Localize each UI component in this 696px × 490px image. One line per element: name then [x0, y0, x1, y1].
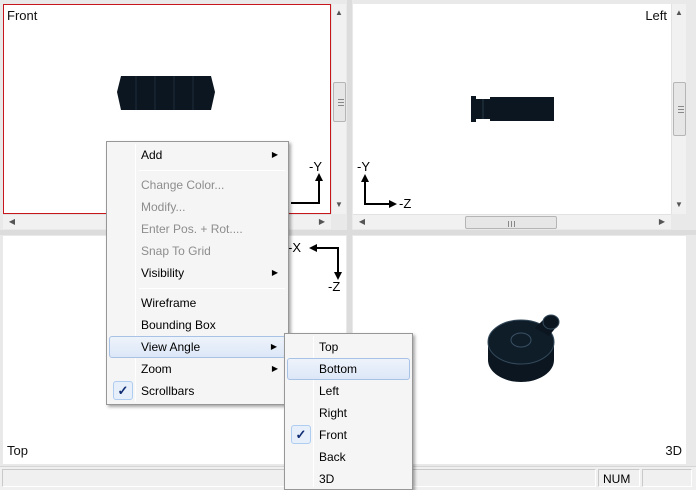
- menu-item-label: Scrollbars: [141, 384, 195, 398]
- num-lock-indicator: NUM: [598, 469, 640, 487]
- menu-item-view-angle[interactable]: View Angle ▶: [109, 336, 286, 358]
- arrow-right-icon: ▶: [271, 364, 278, 373]
- menu-item-label: Top: [319, 340, 339, 354]
- menu-item-label: Enter Pos. + Rot....: [141, 222, 243, 236]
- left-horizontal-scrollbar[interactable]: ◀ ▶: [353, 214, 671, 229]
- menu-item-label: Left: [319, 384, 340, 398]
- context-menu: Add ▶ Change Color... Modify... Enter Po…: [106, 141, 289, 405]
- menu-separator: [139, 170, 285, 171]
- scroll-thumb[interactable]: [333, 82, 346, 122]
- scroll-thumb[interactable]: [465, 216, 557, 229]
- menu-item-label: Add: [141, 148, 163, 162]
- view-angle-right[interactable]: Right: [287, 402, 410, 424]
- arrow-right-icon: ▶: [271, 150, 278, 159]
- menu-item-label: Visibility: [141, 266, 185, 280]
- menu-item-label: Zoom: [141, 362, 172, 376]
- menu-item-label: View Angle: [141, 340, 201, 354]
- view-angle-left[interactable]: Left: [287, 380, 410, 402]
- view-angle-submenu: Top Bottom Left Right ✓ Front Back 3D: [284, 333, 413, 490]
- menu-item-label: Snap To Grid: [141, 244, 211, 258]
- menu-item-modify[interactable]: Modify...: [109, 196, 286, 218]
- front-vertical-scrollbar[interactable]: ▲ ▼: [331, 4, 346, 214]
- view-angle-3d[interactable]: 3D: [287, 468, 410, 490]
- menu-item-bounding-box[interactable]: Bounding Box: [109, 314, 286, 336]
- menu-item-label: Front: [319, 428, 348, 442]
- menu-item-label: 3D: [319, 472, 335, 486]
- left-vertical-scrollbar[interactable]: ▲ ▼: [671, 4, 686, 214]
- menu-separator: [139, 288, 285, 289]
- scroll-right-icon[interactable]: ▶: [655, 215, 669, 229]
- menu-item-label: Wireframe: [141, 296, 197, 310]
- arrow-right-icon: ▶: [270, 342, 277, 351]
- menu-item-wireframe[interactable]: Wireframe: [109, 292, 286, 314]
- menu-item-label: Right: [319, 406, 348, 420]
- front-axis-gizmo: [291, 173, 323, 204]
- status-pane-caps: [642, 469, 692, 487]
- top-axis-gizmo: [309, 244, 342, 280]
- scroll-up-icon[interactable]: ▲: [332, 6, 346, 20]
- scroll-down-icon[interactable]: ▼: [672, 198, 686, 212]
- top-axis-horizontal-label: -X: [288, 240, 301, 255]
- viewport-top-label: Top: [7, 443, 28, 458]
- menu-item-label: Modify...: [141, 200, 186, 214]
- menu-item-snap-to-grid[interactable]: Snap To Grid: [109, 240, 286, 262]
- checkmark-icon: ✓: [291, 425, 311, 444]
- menu-item-label: Bounding Box: [141, 318, 216, 332]
- scroll-left-icon[interactable]: ◀: [5, 215, 19, 229]
- menu-item-scrollbars[interactable]: ✓ Scrollbars: [109, 380, 286, 402]
- menu-item-enter-pos-rot[interactable]: Enter Pos. + Rot....: [109, 218, 286, 240]
- scroll-thumb[interactable]: [673, 82, 686, 136]
- checkmark-icon: ✓: [113, 381, 133, 400]
- view-angle-bottom[interactable]: Bottom: [287, 358, 410, 380]
- view-angle-front[interactable]: ✓ Front: [287, 424, 410, 446]
- scroll-right-icon[interactable]: ▶: [315, 215, 329, 229]
- menu-item-add[interactable]: Add ▶: [109, 144, 286, 166]
- view-angle-top[interactable]: Top: [287, 336, 410, 358]
- left-axis-gizmo: [361, 174, 397, 208]
- viewport-left[interactable]: Left -Y -Z: [353, 4, 671, 214]
- scroll-left-icon[interactable]: ◀: [355, 215, 369, 229]
- scroll-up-icon[interactable]: ▲: [672, 6, 686, 20]
- menu-item-label: Bottom: [319, 362, 358, 376]
- scroll-down-icon[interactable]: ▼: [332, 198, 346, 212]
- menu-item-visibility[interactable]: Visibility ▶: [109, 262, 286, 284]
- menu-item-label: Back: [319, 450, 346, 464]
- menu-item-zoom[interactable]: Zoom ▶: [109, 358, 286, 380]
- arrow-right-icon: ▶: [271, 268, 278, 277]
- horizontal-splitter[interactable]: [0, 230, 696, 235]
- view-angle-back[interactable]: Back: [287, 446, 410, 468]
- menu-item-change-color[interactable]: Change Color...: [109, 174, 286, 196]
- menu-item-label: Change Color...: [141, 178, 225, 192]
